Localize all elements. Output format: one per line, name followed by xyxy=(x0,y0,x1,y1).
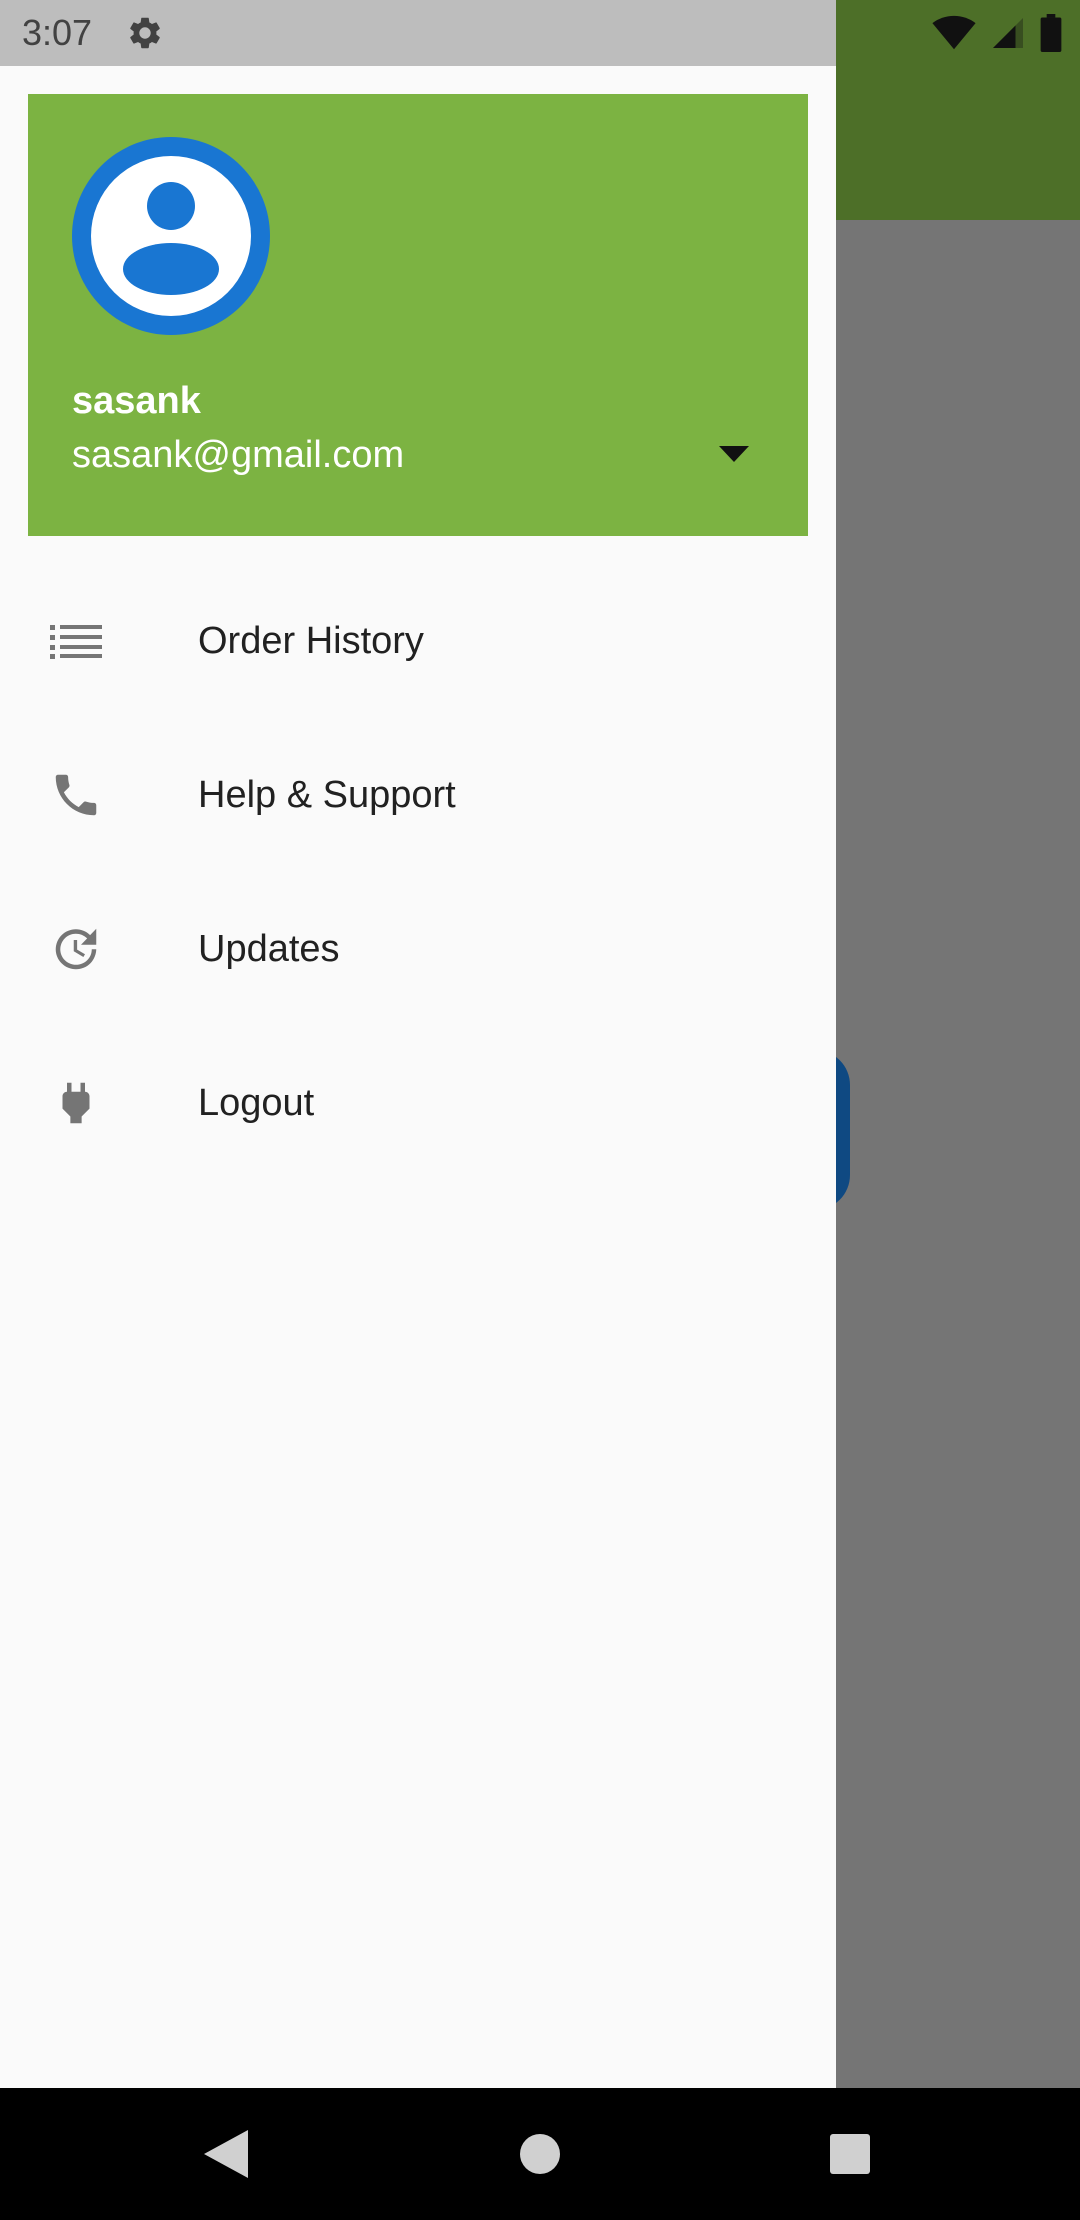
home-icon[interactable] xyxy=(512,2126,568,2182)
avatar[interactable] xyxy=(72,137,270,335)
back-icon[interactable] xyxy=(198,2126,254,2182)
user-name: sasank xyxy=(72,380,201,422)
screen: 3:07 sasank sasank@gmail.com Order Histo… xyxy=(0,0,1080,2220)
drawer-header: sasank sasank@gmail.com xyxy=(28,94,808,536)
recents-icon[interactable] xyxy=(822,2126,878,2182)
account-dropdown-icon[interactable] xyxy=(708,432,760,476)
list-icon xyxy=(48,613,104,669)
wifi-icon xyxy=(932,15,976,51)
update-icon xyxy=(48,921,104,977)
status-icons xyxy=(932,14,1062,52)
status-time: 3:07 xyxy=(22,12,93,53)
plug-icon xyxy=(48,1075,104,1131)
signal-icon xyxy=(990,15,1026,51)
menu-item-logout[interactable]: Logout xyxy=(0,1026,836,1180)
system-nav-bar xyxy=(0,2088,1080,2220)
phone-icon xyxy=(48,767,104,823)
menu-item-help-support[interactable]: Help & Support xyxy=(0,718,836,872)
settings-icon xyxy=(126,14,164,52)
menu-item-label: Order History xyxy=(198,619,424,662)
menu-item-updates[interactable]: Updates xyxy=(0,872,836,1026)
menu-item-order-history[interactable]: Order History xyxy=(0,564,836,718)
navigation-drawer: sasank sasank@gmail.com Order History He… xyxy=(0,66,836,2088)
user-email: sasank@gmail.com xyxy=(72,434,405,476)
battery-icon xyxy=(1040,14,1062,52)
menu-item-label: Updates xyxy=(198,927,340,970)
drawer-menu: Order History Help & Support Updates Log… xyxy=(0,564,836,1180)
menu-item-label: Help & Support xyxy=(198,773,456,816)
status-bar: 3:07 xyxy=(0,0,1080,66)
menu-item-label: Logout xyxy=(198,1081,315,1124)
